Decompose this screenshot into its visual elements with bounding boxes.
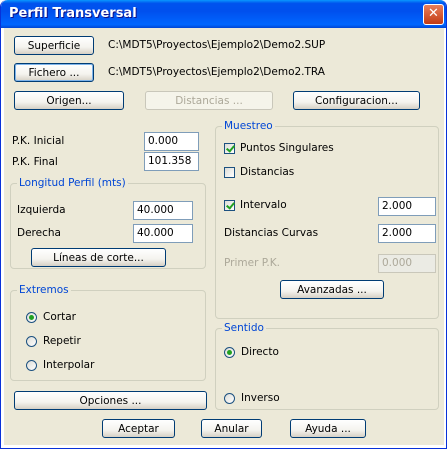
distancias-button: Distancias ...: [145, 91, 273, 110]
opciones-button-label: Opciones ...: [79, 395, 142, 407]
sentido-title: Sentido: [222, 322, 266, 334]
aceptar-button[interactable]: Aceptar: [102, 419, 175, 438]
puntos-singulares-label: Puntos Singulares: [240, 142, 334, 154]
radio-interpolar-label: Interpolar: [43, 359, 95, 371]
radio-cortar-label: Cortar: [43, 311, 76, 323]
origen-button[interactable]: Origen...: [14, 91, 124, 110]
radio-cortar-circle[interactable]: [26, 312, 37, 323]
distancias-curvas-input[interactable]: 2.000: [378, 224, 436, 243]
superficie-button[interactable]: Superficie: [14, 36, 94, 55]
radio-inverso-label: Inverso: [241, 392, 280, 404]
pk-final-input[interactable]: 101.358: [144, 152, 199, 171]
izquierda-input[interactable]: 40.000: [133, 201, 193, 220]
ayuda-button-label: Ayuda ...: [305, 423, 351, 435]
izquierda-label: Izquierda: [17, 204, 66, 216]
distancias-button-label: Distancias ...: [175, 95, 243, 107]
opciones-button[interactable]: Opciones ...: [14, 391, 207, 410]
distancias-label: Distancias: [240, 166, 295, 178]
primer-pk-label: Primer P.K.: [224, 257, 280, 269]
longitud-perfil-group: Longitud Perfil (mts) Izquierda 40.000 D…: [10, 177, 206, 269]
derecha-input[interactable]: 40.000: [133, 224, 193, 243]
lineas-corte-button[interactable]: Líneas de corte...: [31, 248, 166, 267]
configuracion-button-label: Configuracion...: [315, 95, 398, 107]
ayuda-button[interactable]: Ayuda ...: [290, 419, 366, 438]
fichero-button-label: Fichero ...: [28, 67, 80, 79]
title-bar[interactable]: Perfil Transversal ✕: [1, 0, 446, 28]
radio-repetir-label: Repetir: [43, 335, 81, 347]
fichero-path: C:\MDT5\Proyectos\Ejemplo2\Demo2.TRA: [108, 66, 325, 78]
radio-inverso-circle[interactable]: [224, 393, 235, 404]
radio-directo-label: Directo: [241, 346, 279, 358]
dialog-body: Superficie C:\MDT5\Proyectos\Ejemplo2\De…: [4, 28, 444, 445]
distancias-checkbox[interactable]: [224, 167, 235, 178]
avanzadas-button[interactable]: Avanzadas ...: [280, 280, 384, 299]
radio-directo-circle[interactable]: [224, 347, 235, 358]
superficie-button-label: Superficie: [27, 40, 81, 52]
intervalo-checkbox[interactable]: [224, 200, 235, 211]
radio-interpolar-circle[interactable]: [26, 360, 37, 371]
puntos-singulares-checkbox[interactable]: [224, 143, 235, 154]
extremos-title: Extremos: [17, 284, 71, 296]
radio-repetir-circle[interactable]: [26, 336, 37, 347]
dialog-window: Perfil Transversal ✕ Superficie C:\MDT5\…: [0, 0, 447, 449]
longitud-perfil-title: Longitud Perfil (mts): [17, 177, 128, 189]
superficie-path: C:\MDT5\Proyectos\Ejemplo2\Demo2.SUP: [108, 39, 326, 51]
anular-button[interactable]: Anular: [201, 419, 262, 438]
pk-inicial-input[interactable]: 0.000: [144, 132, 199, 151]
derecha-label: Derecha: [17, 227, 61, 239]
aceptar-button-label: Aceptar: [118, 423, 159, 435]
sentido-group: Sentido Directo Inverso: [215, 322, 439, 410]
intervalo-input[interactable]: 2.000: [378, 197, 436, 216]
avanzadas-button-label: Avanzadas ...: [297, 284, 367, 296]
intervalo-label: Intervalo: [240, 199, 287, 211]
anular-button-label: Anular: [214, 423, 249, 435]
extremos-group: Extremos Cortar Repetir Interpolar: [10, 284, 206, 381]
window-title: Perfil Transversal: [9, 6, 137, 21]
pk-final-label: P.K. Final: [12, 156, 58, 168]
muestreo-title: Muestreo: [222, 120, 275, 132]
close-icon: ✕: [428, 6, 439, 21]
pk-inicial-label: P.K. Inicial: [12, 135, 65, 147]
close-button[interactable]: ✕: [423, 4, 444, 25]
origen-button-label: Origen...: [46, 95, 92, 107]
primer-pk-input: 0.000: [378, 254, 436, 273]
distancias-curvas-label: Distancias Curvas: [224, 227, 319, 239]
configuracion-button[interactable]: Configuracion...: [293, 91, 420, 110]
muestreo-group: Muestreo Puntos Singulares Distancias In…: [215, 120, 439, 319]
fichero-button[interactable]: Fichero ...: [14, 63, 94, 82]
lineas-corte-button-label: Líneas de corte...: [53, 252, 144, 264]
